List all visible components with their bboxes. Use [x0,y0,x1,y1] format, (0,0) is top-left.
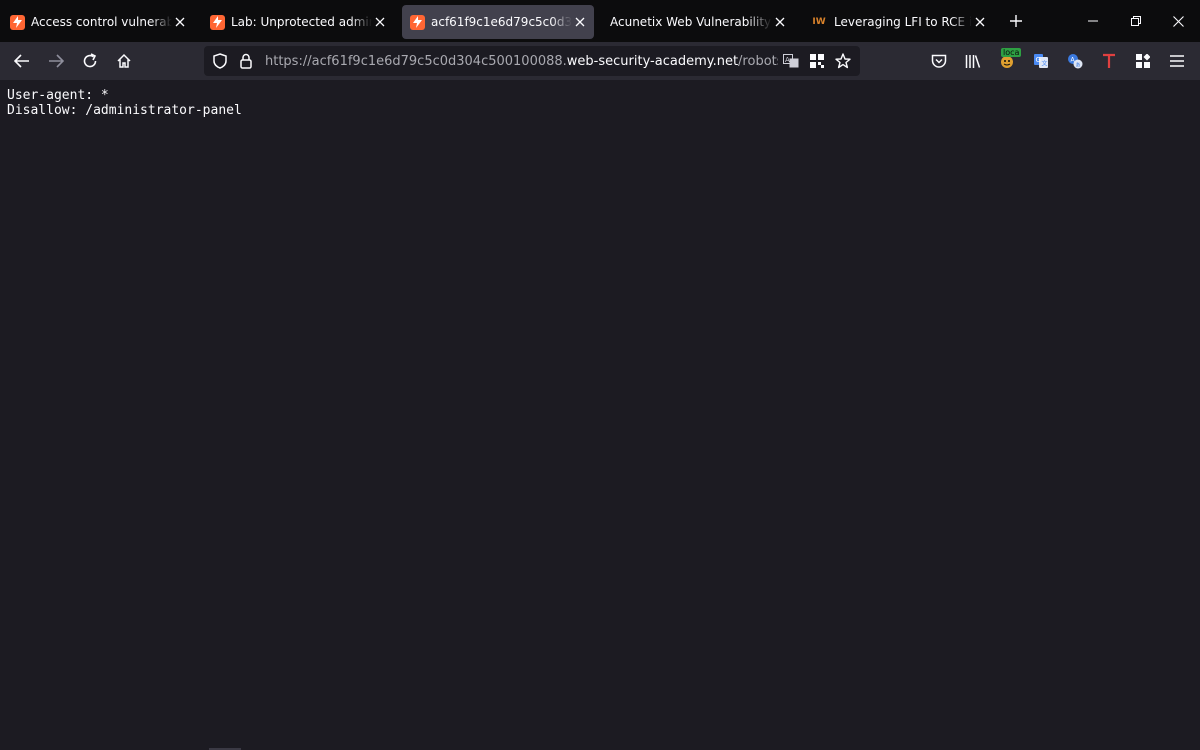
minimize-icon [1087,20,1098,22]
pocket-icon [931,54,947,68]
close-tab-icon[interactable] [972,14,988,30]
reload-icon [83,53,97,68]
tab-title: Leveraging LFI to RCE in a website [834,15,972,29]
pocket-button[interactable] [922,45,956,77]
red-t-icon [1103,53,1115,68]
navigation-toolbar: https://acf61f9c1e6d79c5c0d304c500100088… [0,42,1200,80]
svg-text:文: 文 [1042,60,1048,68]
tab-lab-unprotected-admin[interactable]: Lab: Unprotected admin functionality [202,5,394,39]
library-button[interactable] [956,45,990,77]
library-icon [965,54,981,68]
address-bar[interactable]: https://acf61f9c1e6d79c5c0d304c500100088… [204,46,860,76]
url-text[interactable]: https://acf61f9c1e6d79c5c0d304c500100088… [265,54,778,69]
window-controls [1071,0,1200,42]
tab-title: Access control vulnerabilities [31,15,172,29]
close-window-button[interactable] [1157,0,1200,42]
toolbar-extensions: loca G文 Aあ [922,45,1194,77]
tab-leveraging-lfi[interactable]: IW Leveraging LFI to RCE in a website [802,5,994,39]
shield-icon[interactable] [207,46,233,76]
close-tab-icon[interactable] [772,14,788,30]
translate-page-icon[interactable]: A [778,46,804,76]
disallow-line: Disallow: /administrator-panel [7,103,242,118]
extension-localhost-button[interactable]: loca [990,45,1024,77]
tab-robots-txt[interactable]: acf61f9c1e6d79c5c0d304c500100088.web-sec… [402,5,594,39]
tab-title: acf61f9c1e6d79c5c0d304c500100088.web-sec… [431,15,572,29]
translate-icon: Aあ [1068,54,1083,69]
t-extension-button[interactable] [1092,45,1126,77]
portswigger-lightning-icon [10,14,25,30]
home-icon [117,53,131,68]
tab-strip: Access control vulnerabilities Lab: Unpr… [0,0,1200,42]
arrow-right-icon [49,54,64,68]
svg-text:A: A [785,56,790,64]
close-tab-icon[interactable] [372,14,388,30]
tab-title: Lab: Unprotected admin functionality [231,15,372,29]
tab-title: Acunetix Web Vulnerability Scanner [610,15,772,29]
extensions-grid-icon [1136,54,1150,68]
svg-text:G: G [1036,56,1041,64]
url-path: /robots.txt [738,53,778,69]
tab-access-control[interactable]: Access control vulnerabilities [2,5,194,39]
url-scheme: https:// [265,53,312,69]
lock-icon[interactable] [233,46,259,76]
url-host: web-security-academy.net [566,53,739,69]
google-translate-button[interactable]: G文 [1024,45,1058,77]
portswigger-lightning-icon [410,14,425,30]
restore-icon [1130,16,1141,26]
tab-acunetix[interactable]: Acunetix Web Vulnerability Scanner [602,5,794,39]
new-tab-button[interactable] [1002,7,1030,35]
url-subdomain: acf61f9c1e6d79c5c0d304c500100088. [311,53,567,69]
plus-icon [1010,15,1022,27]
page-content: User-agent: * Disallow: /administrator-p… [0,80,1200,750]
user-agent-line: User-agent: * [7,88,109,103]
back-button[interactable] [6,45,38,77]
iw-favicon-icon: IW [812,17,826,27]
extensions-button[interactable] [1126,45,1160,77]
hamburger-menu-icon [1170,55,1184,67]
restore-button[interactable] [1114,0,1157,42]
translate-extension-button[interactable]: Aあ [1058,45,1092,77]
minimize-button[interactable] [1071,0,1114,42]
qr-code-icon[interactable] [804,46,830,76]
close-tab-icon[interactable] [172,14,188,30]
reload-button[interactable] [74,45,106,77]
close-tab-icon[interactable] [572,14,588,30]
app-menu-button[interactable] [1160,45,1194,77]
google-translate-icon: G文 [1034,54,1048,68]
home-button[interactable] [108,45,140,77]
bookmark-star-icon[interactable] [830,46,856,76]
portswigger-lightning-icon [210,14,225,30]
forward-button[interactable] [40,45,72,77]
svg-text:あ: あ [1076,63,1081,69]
close-icon [1173,15,1184,27]
arrow-left-icon [14,54,29,68]
robots-txt-text: User-agent: * Disallow: /administrator-p… [0,80,1200,126]
extension-badge: loca [1001,48,1022,57]
